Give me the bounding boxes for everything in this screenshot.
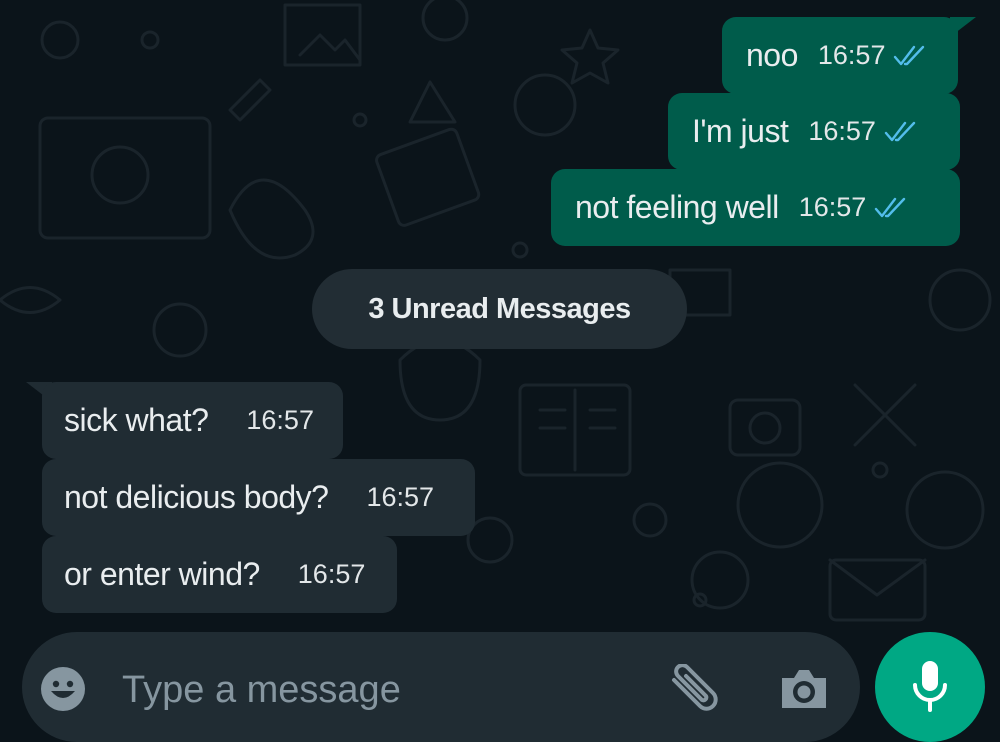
message-bubble-incoming[interactable]: sick what? 16:57	[42, 382, 343, 459]
message-text: not delicious body?	[64, 479, 329, 515]
message-bubble-incoming[interactable]: not delicious body? 16:57	[42, 459, 475, 536]
unread-messages-banner: 3 Unread Messages	[312, 269, 687, 349]
camera-icon[interactable]	[778, 666, 830, 712]
bubble-tail	[950, 17, 976, 37]
read-ticks-icon	[874, 197, 908, 219]
message-bubble-incoming[interactable]: or enter wind? 16:57	[42, 536, 397, 613]
message-time: 16:57	[297, 559, 366, 589]
message-bubble-outgoing[interactable]: noo 16:57	[722, 17, 958, 94]
message-text: noo	[746, 37, 798, 73]
message-bubble-outgoing[interactable]: not feeling well 16:57	[551, 169, 960, 246]
message-composer	[22, 632, 860, 742]
paperclip-icon[interactable]	[664, 663, 724, 716]
message-time: 16:57	[817, 40, 886, 70]
read-ticks-icon	[884, 121, 918, 143]
message-time: 16:57	[808, 116, 876, 146]
message-input[interactable]	[120, 660, 644, 720]
message-bubble-outgoing[interactable]: I'm just 16:57	[668, 93, 960, 170]
message-time: 16:57	[366, 482, 435, 512]
message-text: I'm just	[692, 113, 789, 149]
message-time: 16:57	[246, 405, 314, 435]
message-text: sick what?	[64, 402, 209, 438]
message-time: 16:57	[798, 192, 867, 222]
emoji-icon[interactable]	[40, 666, 86, 712]
microphone-icon[interactable]	[875, 632, 985, 742]
message-text: or enter wind?	[64, 556, 260, 592]
read-ticks-icon	[893, 45, 927, 67]
message-text: not feeling well	[575, 189, 779, 225]
